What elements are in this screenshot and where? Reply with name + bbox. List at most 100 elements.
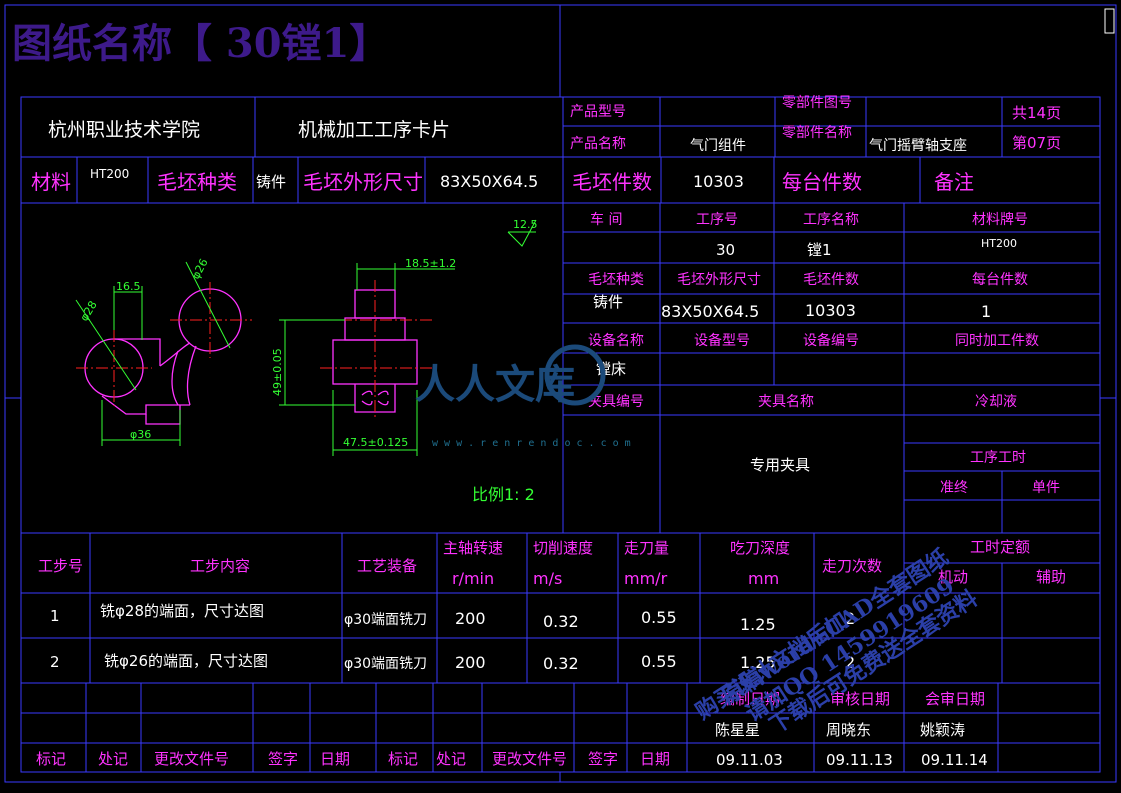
- page-number: 第07页: [1012, 134, 1061, 152]
- step-cut-speed-cell: 0.32: [543, 612, 579, 631]
- step-cut-speed-cell: 0.32: [543, 654, 579, 673]
- info-blank-type-value: 铸件: [593, 293, 623, 311]
- spindle-unit: r/min: [452, 569, 494, 588]
- prep-time-label: 准终: [940, 480, 968, 496]
- step-no-cell: 1: [50, 607, 60, 625]
- left-view-center-lines: [76, 282, 252, 406]
- table-row: 2 铣φ26的端面，尺寸达图 φ30端面铣刀 200 0.32 0.55 1.2…: [50, 652, 855, 673]
- workshop-label: 车 间: [590, 211, 622, 228]
- scale-label: 比例1: 2: [472, 485, 535, 504]
- change-doc-label: 更改文件号: [154, 750, 229, 768]
- op-no-value: 30: [716, 241, 735, 259]
- signature-label: 签字: [588, 750, 618, 768]
- material-value: HT200: [90, 167, 129, 181]
- dim-phi36: φ36: [130, 428, 151, 441]
- part-name-value: 气门摇臂轴支座: [869, 138, 967, 154]
- step-no-header: 工步号: [38, 557, 83, 575]
- fixture-name-value: 专用夹具: [750, 456, 810, 474]
- blank-count-label: 毛坯件数: [572, 170, 652, 194]
- fixture-name-label: 夹具名称: [758, 394, 814, 410]
- material-no-value: HT200: [981, 237, 1017, 250]
- blank-size-label: 毛坯外形尺寸: [303, 170, 423, 194]
- product-name-value: 气门组件: [690, 138, 746, 154]
- step-content-header: 工步内容: [190, 557, 250, 575]
- coolant-label: 冷却液: [975, 394, 1017, 410]
- step-equipment-cell: φ30端面铣刀: [344, 612, 427, 628]
- signature-label: 签字: [268, 750, 298, 768]
- feed-header: 走刀量: [624, 539, 669, 557]
- watermark-url: w w w . r e n r e n d o c . c o m: [432, 438, 631, 449]
- per-unit-label: 每台件数: [782, 170, 862, 194]
- dim-phi26: φ26: [189, 257, 210, 282]
- date-label: 日期: [640, 750, 670, 768]
- feed-unit: mm/r: [624, 569, 668, 588]
- info-blank-type-label: 毛坯种类: [588, 272, 644, 288]
- corner-marker: [1104, 8, 1115, 34]
- approver-name: 姚颖涛: [920, 721, 965, 739]
- cut-speed-header: 切削速度: [533, 539, 593, 557]
- info-blank-size-label: 毛坯外形尺寸: [677, 272, 761, 288]
- remarks-label: 备注: [934, 170, 974, 194]
- roughness-value: 12.5: [513, 218, 538, 231]
- step-spindle-cell: 200: [455, 609, 486, 628]
- right-view-dimensions: [279, 263, 455, 456]
- time-quota-header: 工时定额: [970, 538, 1030, 556]
- step-equipment-cell: φ30端面铣刀: [344, 656, 427, 672]
- product-model-label: 产品型号: [570, 104, 626, 120]
- step-content-cell: 铣φ28的端面，尺寸达图: [100, 602, 264, 620]
- info-blank-size-value: 83X50X64.5: [661, 302, 759, 321]
- watermark-logo-text: 人人文库: [415, 361, 575, 408]
- cad-drawing-canvas: 图纸名称【 30镗1】 杭州职业技术学院 机械加工工序卡片 产品型号 产品名称 …: [4, 4, 1117, 783]
- part-name-label: 零部件名称: [782, 125, 852, 141]
- left-view-outline: [84, 288, 242, 425]
- compile-date: 09.11.03: [716, 751, 783, 769]
- equip-name-label: 设备名称: [588, 332, 644, 349]
- review-date: 09.11.13: [826, 751, 893, 769]
- step-spindle-cell: 200: [455, 653, 486, 672]
- depth-unit: mm: [748, 569, 779, 588]
- info-per-unit-label: 每台件数: [972, 272, 1028, 288]
- revision-mark-label: 标记: [36, 750, 66, 768]
- roughness-symbol: 12.5: [507, 218, 538, 247]
- revision-location-label: 处记: [436, 750, 466, 768]
- info-per-unit-value: 1: [981, 302, 991, 321]
- equip-model-label: 设备型号: [694, 332, 750, 349]
- depth-header: 吃刀深度: [730, 539, 790, 557]
- op-no-label: 工序号: [696, 212, 738, 228]
- passes-header: 走刀次数: [822, 557, 882, 575]
- approve-date: 09.11.14: [921, 751, 988, 769]
- op-name-value: 镗1: [807, 241, 832, 259]
- step-feed-cell: 0.55: [641, 652, 677, 671]
- blank-count-value: 10303: [693, 172, 744, 191]
- step-time-label: 工序工时: [970, 450, 1026, 466]
- blank-type-value: 铸件: [256, 173, 286, 191]
- step-no-cell: 2: [50, 653, 60, 671]
- card-title: 机械加工工序卡片: [298, 119, 450, 141]
- info-blank-count-value: 10303: [805, 301, 856, 320]
- equipment-header: 工艺装备: [357, 557, 417, 575]
- change-doc-label: 更改文件号: [492, 750, 567, 768]
- date-label: 日期: [320, 750, 350, 768]
- material-label: 材料: [31, 170, 71, 194]
- step-feed-cell: 0.55: [641, 608, 677, 627]
- aux-time-header: 辅助: [1036, 568, 1066, 586]
- reviewer-name: 周晓东: [826, 721, 871, 739]
- unit-time-label: 单件: [1032, 480, 1060, 496]
- dim-47-5: 47.5±0.125: [343, 436, 408, 449]
- school-name: 杭州职业技术学院: [48, 119, 200, 141]
- revision-location-label: 处记: [98, 750, 128, 768]
- product-name-label: 产品名称: [570, 136, 626, 152]
- drawing-title: 图纸名称【 30镗1】: [12, 20, 389, 67]
- revision-mark-label: 标记: [388, 750, 418, 768]
- dim-18-5: 18.5±1.2: [405, 257, 456, 270]
- cut-speed-unit: m/s: [533, 569, 562, 588]
- op-name-label: 工序名称: [803, 212, 859, 228]
- blank-type-label: 毛坯种类: [157, 170, 237, 194]
- blank-size-value: 83X50X64.5: [440, 172, 538, 191]
- spindle-header: 主轴转速: [443, 539, 503, 557]
- total-pages: 共14页: [1012, 104, 1061, 122]
- step-content-cell: 铣φ26的端面，尺寸达图: [104, 652, 268, 670]
- dim-phi28: φ28: [78, 299, 100, 324]
- table-row: 1 铣φ28的端面，尺寸达图 φ30端面铣刀 200 0.32 0.55 1.2…: [50, 602, 855, 634]
- dim-49: 49±0.05: [271, 348, 284, 396]
